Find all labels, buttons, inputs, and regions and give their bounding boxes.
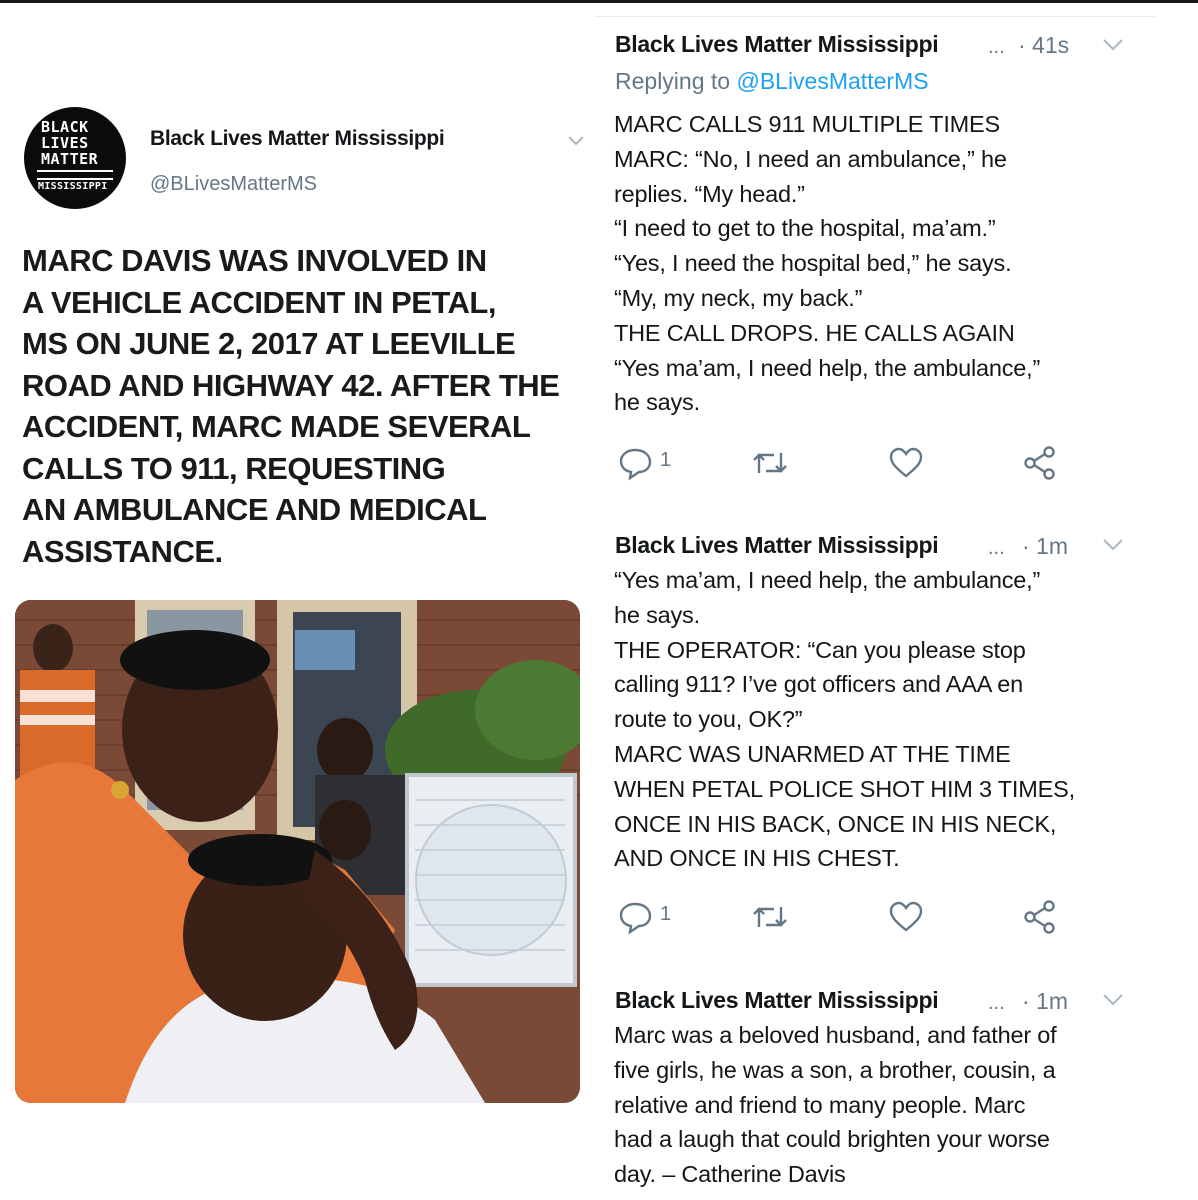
- tweet-line: had a laugh that could brighten your wor…: [614, 1126, 1050, 1153]
- logo-text: BLACK: [41, 118, 89, 136]
- share-button[interactable]: [1022, 899, 1058, 935]
- retweet-button[interactable]: [750, 899, 790, 935]
- logo-bars: [37, 170, 113, 180]
- retweet-icon: [753, 907, 787, 927]
- replying-to: Replying to @BLivesMatterMS: [615, 68, 929, 95]
- tweet-timestamp[interactable]: · 1m: [1022, 988, 1068, 1015]
- tweet-line: day. – Catherine Davis: [614, 1161, 846, 1188]
- logo-text: LIVES: [41, 134, 89, 152]
- tweet-line: ONCE IN HIS BACK, ONCE IN HIS NECK,: [614, 810, 1057, 837]
- tweet-text: “Yes ma’am, I need help, the ambulance,”…: [614, 563, 1075, 876]
- headline-line: ROAD AND HIGHWAY 42. AFTER THE: [22, 367, 560, 403]
- tweet-actions: 1: [618, 445, 1068, 481]
- headline-line: ASSISTANCE.: [22, 533, 223, 569]
- reply-icon: [619, 448, 652, 481]
- tweet-text: MARC CALLS 911 MULTIPLE TIMES MARC: “No,…: [614, 107, 1040, 420]
- like-button[interactable]: [888, 899, 924, 935]
- tweet-line: MARC: “No, I need an ambulance,” he: [614, 145, 1007, 172]
- tweet-headline: MARC DAVIS WAS INVOLVED IN A VEHICLE ACC…: [22, 240, 592, 572]
- name-ellipsis: ...: [988, 537, 1005, 559]
- headline-line: A VEHICLE ACCIDENT IN PETAL,: [22, 284, 496, 320]
- share-icon: [1024, 446, 1055, 480]
- account-handle[interactable]: @BLivesMatterMS: [150, 173, 317, 196]
- chevron-down-icon[interactable]: [567, 135, 585, 147]
- headline-line: MARC DAVIS WAS INVOLVED IN: [22, 243, 487, 278]
- account-name[interactable]: Black Lives Matter Mississippi: [150, 127, 445, 151]
- retweet-icon: [753, 453, 787, 473]
- tweet-timestamp[interactable]: · 1m: [1022, 533, 1068, 560]
- name-ellipsis: ...: [988, 36, 1005, 58]
- divider: [595, 16, 1155, 17]
- blm-mississippi-logo-avatar[interactable]: BLACK LIVES MATTER MISSISSIPPI: [24, 107, 126, 209]
- chevron-down-icon[interactable]: [1102, 538, 1124, 552]
- tweet-line: THE CALL DROPS. HE CALLS AGAIN: [614, 319, 1015, 346]
- share-button[interactable]: [1022, 445, 1058, 481]
- tweet-line: he says.: [614, 389, 700, 416]
- tweet-line: he says.: [614, 601, 700, 628]
- replying-to-label: Replying to: [615, 68, 731, 94]
- chevron-down-icon[interactable]: [1102, 38, 1124, 52]
- name-ellipsis: ...: [988, 992, 1005, 1014]
- headline-line: CALLS TO 911, REQUESTING: [22, 450, 446, 486]
- tweet-line: calling 911? I’ve got officers and AAA e…: [614, 671, 1023, 698]
- tweet-line: “Yes ma’am, I need help, the ambulance,”: [614, 567, 1041, 593]
- tweet-line: “I need to get to the hospital, ma’am.”: [614, 215, 996, 242]
- tweet-line: WHEN PETAL POLICE SHOT HIM 3 TIMES,: [614, 775, 1075, 802]
- share-icon: [1024, 900, 1055, 934]
- tweet-line: “Yes, I need the hospital bed,” he says.: [614, 250, 1012, 277]
- headline-line: AN AMBULANCE AND MEDICAL: [22, 492, 487, 527]
- like-icon: [889, 447, 923, 478]
- reply-button[interactable]: 1: [618, 899, 671, 935]
- like-icon: [889, 901, 923, 932]
- photo-illustration: [15, 600, 580, 1103]
- logo-text: MATTER: [41, 150, 99, 168]
- tweet-line: relative and friend to many people. Marc: [614, 1091, 1026, 1118]
- tweet-line: THE OPERATOR: “Can you please stop: [614, 636, 1026, 663]
- tweet-author-name[interactable]: Black Lives Matter Mississippi: [615, 532, 939, 559]
- tweet-line: MARC WAS UNARMED AT THE TIME: [614, 740, 1011, 767]
- logo-text: MISSISSIPPI: [38, 181, 108, 192]
- headline-line: MS ON JUNE 2, 2017 AT LEEVILLE: [22, 326, 516, 361]
- tweet-line: five girls, he was a son, a brother, cou…: [614, 1056, 1056, 1083]
- replying-to-handle-link[interactable]: @BLivesMatterMS: [736, 68, 928, 94]
- reply-button[interactable]: 1: [618, 445, 671, 481]
- reply-count: 1: [660, 449, 672, 471]
- tweet-text: Marc was a beloved husband, and father o…: [614, 1018, 1057, 1192]
- tweet-line: replies. “My head.”: [614, 180, 805, 207]
- like-button[interactable]: [888, 445, 924, 481]
- tweet-line: route to you, OK?”: [614, 706, 803, 733]
- reply-count: 1: [660, 903, 672, 925]
- retweet-button[interactable]: [750, 445, 790, 481]
- tweet-line: “Yes ma’am, I need help, the ambulance,”: [614, 354, 1041, 381]
- tweet-author-name[interactable]: Black Lives Matter Mississippi: [615, 31, 939, 58]
- tweet-line: Marc was a beloved husband, and father o…: [614, 1022, 1057, 1048]
- main-tweet: BLACK LIVES MATTER MISSISSIPPI Black Liv…: [0, 0, 590, 1200]
- tweet-timestamp[interactable]: · 41s: [1018, 32, 1069, 59]
- headline-line: ACCIDENT, MARC MADE SEVERAL: [22, 409, 531, 444]
- tweet-actions: 1: [618, 899, 1068, 935]
- tweet-photo[interactable]: [15, 600, 580, 1103]
- tweet-line: “My, my neck, my back.”: [614, 284, 863, 311]
- tweet-author-name[interactable]: Black Lives Matter Mississippi: [615, 987, 939, 1014]
- tweet-line: MARC CALLS 911 MULTIPLE TIMES: [614, 111, 1000, 137]
- reply-icon: [619, 902, 652, 935]
- chevron-down-icon[interactable]: [1102, 993, 1124, 1007]
- tweet-line: AND ONCE IN HIS CHEST.: [614, 845, 900, 872]
